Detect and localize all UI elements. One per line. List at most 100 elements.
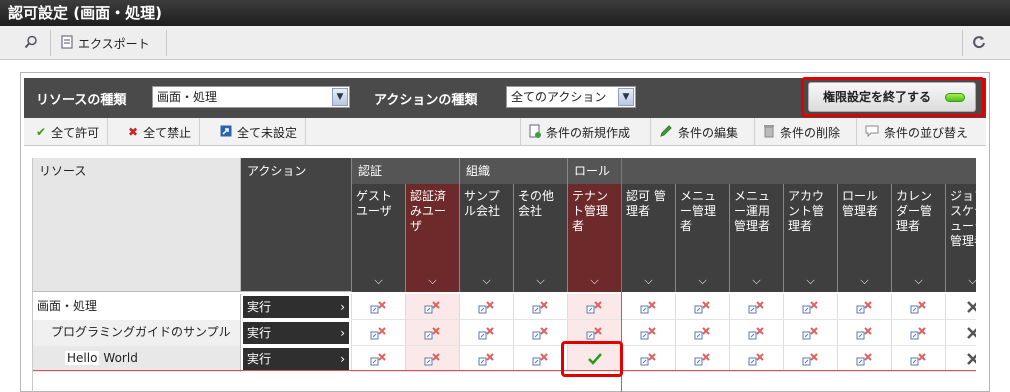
resource-row-label[interactable]: 画面・処理 [33,294,241,320]
role-column-header[interactable]: 認証済 みユー ザ ⌵ [405,184,459,292]
inherited-deny-icon [748,326,766,340]
inherited-deny-icon [370,326,388,340]
permission-cell[interactable] [621,346,675,372]
resource-row-label[interactable]: Hello World [33,346,241,372]
inherited-deny-icon [856,326,874,340]
role-column-header[interactable]: アカウ ント管 理者 ⌵ [783,184,837,292]
export-button[interactable]: エクスポート [60,30,150,56]
permission-cell[interactable] [945,320,976,346]
permission-cell[interactable] [729,346,783,372]
unset-all-button[interactable]: 全て未設定 [212,118,307,146]
inherited-deny-icon [856,300,874,314]
action-cell[interactable]: 実行 › [243,296,349,318]
permission-cell[interactable] [567,346,621,372]
sort-condition-button[interactable]: 条件の並び替え [856,118,976,146]
permission-cell[interactable] [567,294,621,320]
permission-cell[interactable] [837,320,891,346]
sort-icon [865,125,879,140]
inherited-deny-icon [586,300,604,314]
role-column-header[interactable]: 認可 管 理者 ⌵ [621,184,675,292]
role-column-header[interactable]: メニュ ー管理 者 ⌵ [675,184,729,292]
inherited-deny-icon [856,352,874,366]
edit-condition-button[interactable]: 条件の編集 [650,118,746,146]
role-column-header[interactable]: テナン ト管理 者 ⌵ [567,184,621,292]
action-bar: ✔ 全て許可 ✖ 全て禁止 全て未設定 条件の新規作成 条件の編集 条件の削除 … [24,118,986,146]
allow-all-button[interactable]: ✔ 全て許可 [28,118,109,146]
permission-cell[interactable] [513,294,567,320]
permission-cell[interactable] [459,294,513,320]
permission-cell[interactable] [783,294,837,320]
permission-cell[interactable] [891,294,945,320]
role-column-header[interactable]: その他 会社 ⌵ [513,184,567,292]
permission-cell[interactable] [621,294,675,320]
new-condition-button[interactable]: 条件の新規作成 [520,118,638,146]
permission-cell[interactable] [405,346,459,372]
permission-cell[interactable] [351,346,405,372]
inherited-deny-icon [370,352,388,366]
inherited-deny-icon [370,300,388,314]
chevron-down-icon[interactable]: ⌵ [892,273,945,288]
chevron-down-icon[interactable]: ⌵ [946,273,976,288]
chevron-down-icon[interactable]: ⌵ [352,273,405,288]
permission-cell[interactable] [675,294,729,320]
status-led-icon [945,93,965,102]
permission-cell[interactable] [351,294,405,320]
role-column-header[interactable]: ゲスト ユーザ ⌵ [351,184,405,292]
permission-cell[interactable] [459,346,513,372]
allow-check-icon [586,352,604,366]
permission-cell[interactable] [783,320,837,346]
chevron-down-icon[interactable]: ⌵ [622,273,675,288]
role-column-header[interactable]: ジョブ スケジ ューラ 管理者 ⌵ [945,184,976,292]
allow-all-label: 全て許可 [51,125,100,140]
deny-all-label: 全て禁止 [143,125,192,140]
permission-cell[interactable] [351,320,405,346]
permission-cell[interactable] [621,320,675,346]
permission-cell[interactable] [513,346,567,372]
chevron-down-icon[interactable]: ⌵ [460,273,513,288]
inherited-deny-icon [802,300,820,314]
permission-cell[interactable] [567,320,621,346]
permission-cell[interactable] [891,346,945,372]
end-permission-settings-button[interactable]: 権限設定を終了する [808,82,976,112]
deny-all-button[interactable]: ✖ 全て禁止 [120,118,201,146]
resource-type-select[interactable]: 画面・処理 ▼ [152,86,350,108]
chevron-down-icon[interactable]: ⌵ [676,273,729,288]
permission-cell[interactable] [459,320,513,346]
permission-cell[interactable] [837,294,891,320]
permission-cell[interactable] [891,320,945,346]
inherited-deny-icon [586,326,604,340]
permission-cell[interactable] [837,346,891,372]
delete-condition-button[interactable]: 条件の削除 [754,118,848,146]
refresh-button[interactable] [972,30,986,56]
selected-column-marker [621,158,622,392]
resource-type-value: 画面・処理 [157,90,218,104]
action-cell[interactable]: 実行 › [243,322,349,344]
role-column-label: サンプ ル会社 [464,189,501,218]
chevron-down-icon[interactable]: ⌵ [784,273,837,288]
role-column-header[interactable]: サンプ ル会社 ⌵ [459,184,513,292]
resource-row-label[interactable]: プログラミングガイドのサンプル [33,320,241,346]
role-column-header[interactable]: カレン ダー管 理者 ⌵ [891,184,945,292]
permission-cell[interactable] [729,320,783,346]
permission-cell[interactable] [945,294,976,320]
permission-cell[interactable] [405,294,459,320]
action-cell[interactable]: 実行 › [243,348,349,370]
permission-cell[interactable] [675,320,729,346]
permission-cell[interactable] [405,320,459,346]
permission-cell[interactable] [675,346,729,372]
permission-cell[interactable] [513,320,567,346]
permission-cell[interactable] [945,346,976,372]
chevron-down-icon[interactable]: ⌵ [514,273,567,288]
action-type-value: 全てのアクション [511,90,607,104]
chevron-down-icon[interactable]: ⌵ [838,273,891,288]
chevron-down-icon[interactable]: ⌵ [730,273,783,288]
chevron-down-icon[interactable]: ⌵ [568,273,621,288]
search-button[interactable] [24,30,38,56]
action-type-select[interactable]: 全てのアクション ▼ [506,86,636,108]
permission-cell[interactable] [729,294,783,320]
role-column-header[interactable]: メニュ ー運用 管理者 ⌵ [729,184,783,292]
permission-cell[interactable] [783,346,837,372]
chevron-down-icon[interactable]: ⌵ [406,273,459,288]
role-column-header[interactable]: ロール 管理者 ⌵ [837,184,891,292]
group-header-auth: 認証 [351,158,459,184]
